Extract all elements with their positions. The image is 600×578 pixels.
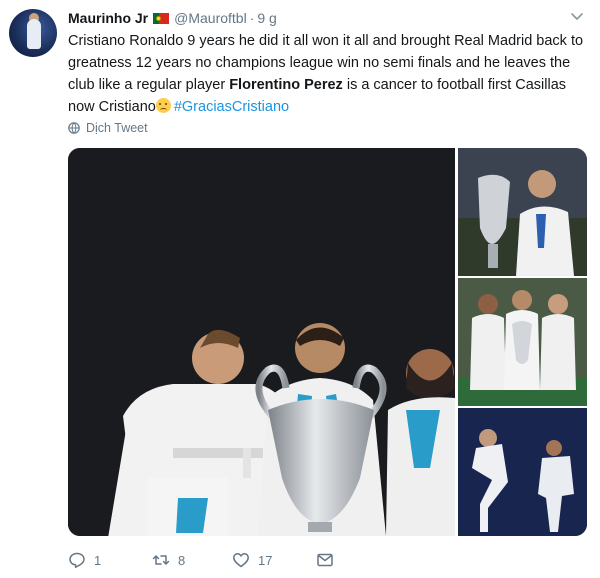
author-handle[interactable]: @Mauroftbl xyxy=(174,10,247,26)
globe-icon xyxy=(68,122,80,134)
heart-icon xyxy=(233,553,249,568)
reply-icon xyxy=(69,552,85,568)
avatar-figure xyxy=(27,19,41,49)
mail-icon xyxy=(317,553,333,567)
tweet-timestamp[interactable]: 9 g xyxy=(257,10,276,26)
tweet-actions: 1 8 17 xyxy=(68,548,368,572)
reply-count: 1 xyxy=(94,552,102,568)
translate-tweet-link[interactable]: Dịch Tweet xyxy=(68,121,148,135)
message-action[interactable] xyxy=(316,548,342,572)
tweet-card: Maurinho Jr @Mauroftbl · 9 g Cristiano R… xyxy=(0,0,600,578)
chevron-down-icon[interactable] xyxy=(571,12,583,22)
thumb-2-illustration xyxy=(458,278,587,406)
tweet-header: Maurinho Jr @Mauroftbl · 9 g xyxy=(68,9,277,27)
avatar[interactable] xyxy=(9,9,57,57)
like-count: 17 xyxy=(258,552,273,568)
reply-action[interactable]: 1 xyxy=(68,548,101,572)
hashtag-link[interactable]: #GraciasCristiano xyxy=(174,99,289,115)
author-name[interactable]: Maurinho Jr xyxy=(68,10,148,26)
thumb-3-illustration xyxy=(458,408,587,536)
like-action[interactable]: 17 xyxy=(232,548,272,572)
trophy-celebration-illustration xyxy=(68,148,455,536)
thumb-1-illustration xyxy=(458,148,587,276)
translate-label: Dịch Tweet xyxy=(86,121,148,135)
media-photo-main[interactable] xyxy=(68,148,455,536)
media-photo-thumb-1[interactable] xyxy=(458,148,587,276)
tweet-text-bold: Florentino Perez xyxy=(229,77,343,93)
portugal-flag-icon xyxy=(153,12,170,24)
retweet-icon xyxy=(152,555,170,565)
media-photo-thumb-2[interactable] xyxy=(458,278,587,406)
separator-dot: · xyxy=(249,10,255,26)
sad-face-emoji xyxy=(155,98,171,113)
retweet-count: 8 xyxy=(178,552,186,568)
media-photo-thumb-3[interactable] xyxy=(458,408,587,536)
tweet-text: Cristiano Ronaldo 9 years he did it all … xyxy=(68,30,588,118)
media-grid xyxy=(68,148,587,536)
retweet-action[interactable]: 8 xyxy=(152,548,185,572)
